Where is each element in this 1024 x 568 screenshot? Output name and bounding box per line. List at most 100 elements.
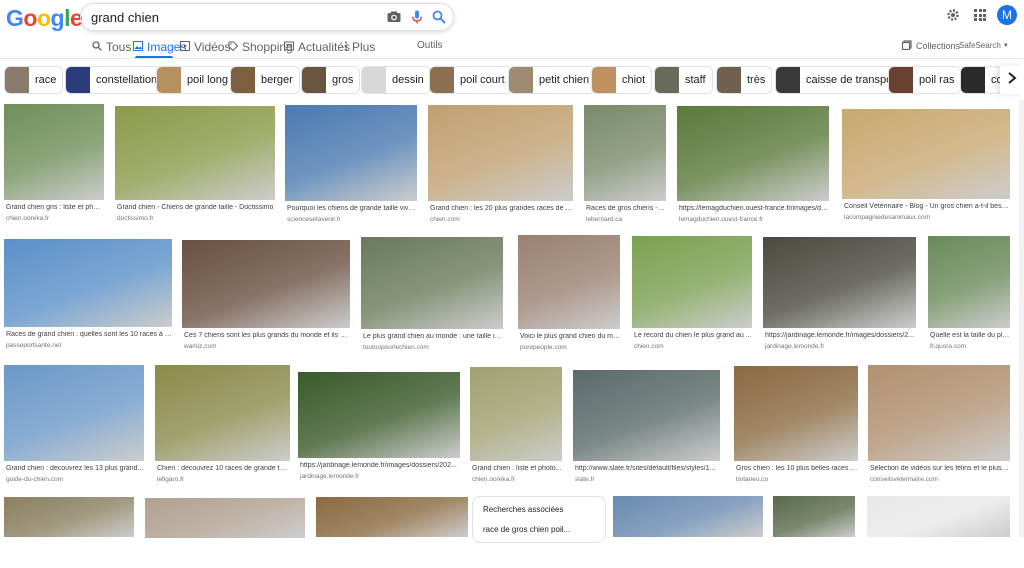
result-image[interactable] — [734, 366, 858, 461]
result-source[interactable]: guide-du-chien.com — [6, 476, 144, 483]
image-result[interactable] — [145, 498, 305, 568]
result-source[interactable]: chien.com — [430, 216, 573, 223]
result-image[interactable] — [155, 365, 290, 461]
result-title[interactable]: Quelle est la taille du plu... — [930, 332, 1010, 339]
chip-berger[interactable]: berger — [230, 66, 300, 94]
result-image[interactable] — [584, 105, 666, 201]
result-source[interactable]: conseilsveterinaire.com — [870, 476, 1010, 483]
result-image[interactable] — [518, 235, 620, 329]
chips-next-button[interactable] — [1000, 66, 1024, 94]
google-logo[interactable]: Google — [6, 5, 83, 32]
image-result[interactable]: Grand chien gris : liste et phot... chien… — [4, 104, 104, 230]
result-title[interactable]: Races de gros chiens - l... — [586, 205, 666, 212]
result-image[interactable] — [428, 105, 573, 201]
result-source[interactable]: wamiz.com — [184, 343, 350, 350]
result-title[interactable]: Races de grand chien : quelles sont les … — [6, 331, 172, 338]
chip-poil-ras[interactable]: poil ras — [888, 66, 962, 94]
chip-gros[interactable]: gros — [301, 66, 361, 94]
chip-staff[interactable]: staff — [654, 66, 713, 94]
collections-button[interactable]: Collections — [901, 40, 960, 52]
microphone-icon[interactable] — [409, 9, 425, 25]
search-input[interactable]: grand chien — [91, 10, 159, 25]
result-image[interactable] — [928, 236, 1010, 328]
chip-dessin[interactable]: dessin — [361, 66, 431, 94]
chip-poil-long[interactable]: poil long — [156, 66, 235, 94]
result-title[interactable]: Voici le plus grand chien du mo... — [520, 333, 620, 340]
chip-petit-chien[interactable]: petit chien — [508, 66, 597, 94]
result-source[interactable]: chien.ooreka.fr — [472, 476, 562, 483]
result-source[interactable]: lefigaro.fr — [157, 476, 290, 483]
image-result[interactable]: http://www.slate.fr/sites/default/files/… — [573, 370, 720, 491]
result-title[interactable]: Le record du chien le plus grand au ... — [634, 332, 752, 339]
chip-coll[interactable]: coll — [960, 66, 1002, 94]
result-image[interactable] — [867, 496, 1010, 537]
result-image[interactable] — [4, 365, 144, 461]
result-title[interactable]: Pourquoi les chiens de grande taille viv… — [287, 205, 417, 212]
result-title[interactable]: Chien : découvrez 10 races de grande tai… — [157, 465, 290, 472]
image-result[interactable] — [4, 497, 134, 567]
result-title[interactable]: Grand chien - Chiens de grande taille - … — [117, 204, 275, 211]
safesearch-button[interactable]: SafeSearch ▼ — [959, 41, 1009, 50]
tab-plus[interactable]: Plus — [344, 40, 375, 54]
image-result[interactable]: Grand chien : liste et photo... chien.oor… — [470, 367, 562, 491]
result-title[interactable]: Grand chien : découvrez les 13 plus gran… — [6, 465, 144, 472]
result-source[interactable]: jardinage.lemonde.fr — [765, 343, 916, 350]
image-result[interactable]: Le plus grand chien au monde : une taill… — [361, 237, 503, 359]
result-source[interactable]: botaneo.co — [736, 476, 858, 483]
image-result[interactable]: Voici le plus grand chien du mo... purepe… — [518, 235, 620, 359]
result-source[interactable]: chien.ooreka.fr — [6, 215, 104, 222]
result-image[interactable] — [316, 497, 468, 537]
result-image[interactable] — [763, 237, 916, 328]
result-image[interactable] — [470, 367, 562, 461]
chip-poil-court[interactable]: poil court — [429, 66, 512, 94]
chip-très[interactable]: très — [716, 66, 773, 94]
result-image[interactable] — [677, 106, 829, 201]
result-source[interactable]: fr.quora.com — [930, 343, 1010, 350]
result-image[interactable] — [4, 239, 172, 327]
image-result[interactable]: Conseil Vétérinaire - Blog - Un gros chi… — [842, 109, 1010, 229]
image-result[interactable]: Chien : découvrez 10 races de grande tai… — [155, 365, 290, 491]
result-title[interactable]: http://www.slate.fr/sites/default/files/… — [575, 465, 720, 472]
image-result[interactable]: Races de gros chiens - l... lebernard.ca — [584, 105, 666, 231]
result-source[interactable]: chien.com — [634, 343, 752, 350]
result-source[interactable]: lebernard.ca — [586, 216, 666, 223]
result-title[interactable]: Le plus grand chien au monde : une taill… — [363, 333, 503, 340]
scrollbar[interactable] — [1019, 100, 1024, 537]
result-image[interactable] — [4, 497, 134, 537]
image-result[interactable]: Grand chien : découvrez les 13 plus gran… — [4, 365, 144, 491]
image-result[interactable] — [316, 497, 468, 567]
result-source[interactable]: lacompagniedesanimaux.com — [844, 214, 1010, 221]
result-title[interactable]: Grand chien : liste et photo... — [472, 465, 562, 472]
image-result[interactable]: Sélection de vidéos sur les félins et le… — [868, 365, 1010, 491]
result-image[interactable] — [773, 496, 855, 537]
gear-icon[interactable] — [946, 8, 960, 27]
tab-shopping[interactable]: Shopping — [228, 40, 293, 54]
image-result[interactable]: https://jardinage.lemonde.fr/images/doss… — [763, 237, 916, 358]
result-source[interactable]: toutoupourlechien.com — [363, 344, 503, 351]
result-image[interactable] — [613, 496, 763, 537]
tab-tous[interactable]: Tous — [92, 40, 131, 54]
chip-constellation[interactable]: constellation — [65, 66, 165, 94]
result-title[interactable]: Ces 7 chiens sont les plus grands du mon… — [184, 332, 350, 339]
apps-grid-icon[interactable] — [974, 9, 986, 21]
image-result[interactable]: Pourquoi les chiens de grande taille viv… — [285, 105, 417, 231]
result-source[interactable]: sciencesetavenir.fr — [287, 216, 417, 223]
avatar[interactable]: M — [997, 5, 1017, 25]
image-result[interactable] — [773, 496, 855, 567]
image-result[interactable]: https://lemagduchien.ouest-france.fr/ima… — [677, 106, 829, 231]
search-box[interactable]: grand chien — [80, 3, 454, 31]
result-source[interactable]: slate.fr — [575, 476, 720, 483]
tab-images[interactable]: Images — [133, 40, 186, 54]
result-title[interactable]: Gros chien : les 10 plus belles races (+… — [736, 465, 858, 472]
result-image[interactable] — [632, 236, 752, 328]
result-image[interactable] — [842, 109, 1010, 199]
tab-vidéos[interactable]: Vidéos — [180, 40, 230, 54]
result-image[interactable] — [115, 106, 275, 200]
image-result[interactable]: Grand chien - Chiens de grande taille - … — [115, 106, 275, 230]
result-source[interactable]: doctissimo.fr — [117, 215, 275, 222]
chip-chiot[interactable]: chiot — [591, 66, 653, 94]
result-title[interactable]: Grand chien gris : liste et phot... — [6, 204, 104, 211]
image-result[interactable] — [867, 496, 1010, 567]
tools-button[interactable]: Outils — [417, 40, 443, 51]
image-result[interactable] — [613, 496, 763, 567]
